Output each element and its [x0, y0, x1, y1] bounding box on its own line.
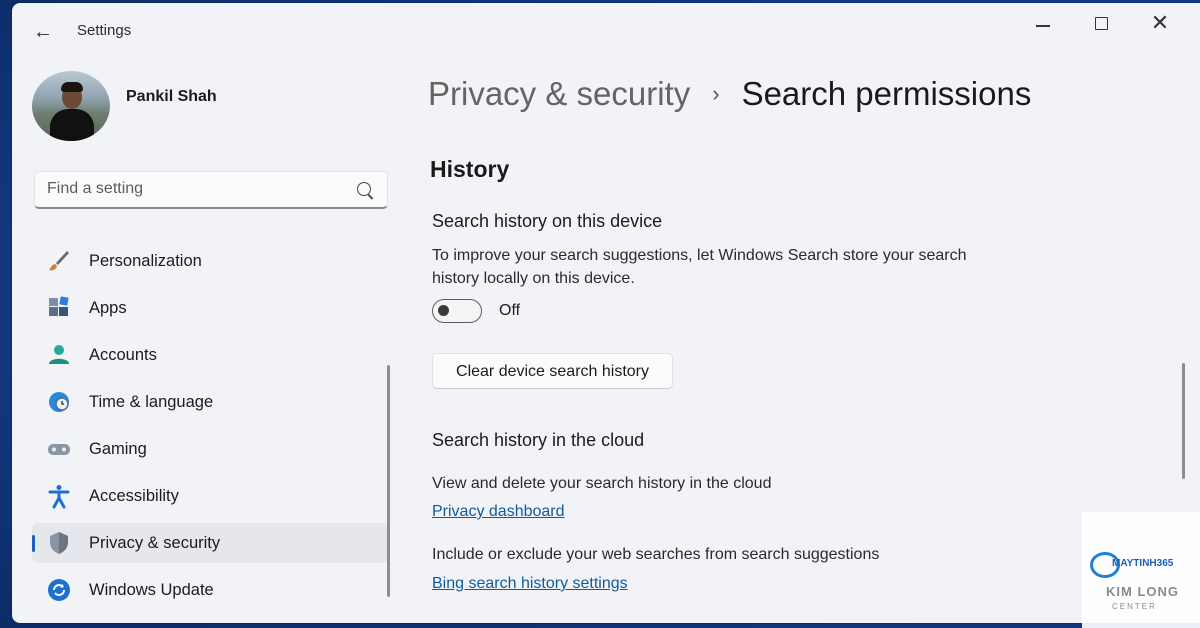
minimize-icon — [1036, 25, 1050, 27]
device-history-toggle[interactable] — [432, 299, 482, 323]
cloud-history-title: Search history in the cloud — [432, 430, 645, 450]
close-icon: ✕ — [1150, 10, 1170, 35]
section-title-history: History — [430, 156, 510, 182]
sidebar-item-apps[interactable]: Apps — [32, 288, 388, 328]
sidebar-item-accounts[interactable]: Accounts — [32, 335, 388, 375]
watermark-logo: MAYTINH365 KIM LONG CENTER — [1082, 512, 1200, 628]
maximize-button[interactable] — [1082, 11, 1122, 37]
sidebar-item-accessibility[interactable]: Accessibility — [32, 476, 388, 516]
settings-window: ← Settings ✕ Pankil Shah Personalization — [12, 3, 1200, 623]
sidebar-nav: Personalization Apps Accounts Time & lan… — [32, 241, 388, 617]
sidebar-scrollbar[interactable] — [387, 365, 390, 597]
search-box[interactable] — [34, 171, 388, 209]
close-button[interactable]: ✕ — [1140, 11, 1180, 37]
sidebar-item-privacy-security[interactable]: Privacy & security — [32, 523, 388, 563]
sidebar-item-time-language[interactable]: Time & language — [32, 382, 388, 422]
accessibility-icon — [46, 483, 72, 509]
title-bar: ← Settings ✕ — [12, 3, 1200, 61]
breadcrumb: Privacy & security › Search permissions — [428, 75, 1031, 113]
clear-device-history-button[interactable]: Clear device search history — [432, 353, 673, 389]
chevron-right-icon: › — [712, 81, 720, 106]
toggle-knob — [438, 305, 449, 316]
sidebar-item-personalization[interactable]: Personalization — [32, 241, 388, 281]
gamepad-icon — [46, 436, 72, 462]
search-input[interactable] — [35, 172, 357, 206]
update-icon — [46, 577, 72, 603]
search-icon[interactable] — [357, 182, 371, 196]
cloud-history-description: View and delete your search history in t… — [432, 475, 772, 492]
apps-icon — [46, 295, 72, 321]
avatar[interactable] — [32, 71, 110, 141]
globe-clock-icon — [46, 389, 72, 415]
sidebar-item-windows-update[interactable]: Windows Update — [32, 570, 388, 610]
toggle-state-label: Off — [499, 302, 521, 319]
maximize-icon — [1095, 17, 1108, 30]
person-icon — [46, 342, 72, 368]
device-history-description: To improve your search suggestions, let … — [432, 247, 967, 287]
user-name: Pankil Shah — [126, 88, 217, 105]
app-title: Settings — [77, 22, 132, 39]
sidebar-item-gaming[interactable]: Gaming — [32, 429, 388, 469]
shield-icon — [46, 530, 72, 556]
back-button[interactable]: ← — [32, 21, 54, 43]
web-search-description: Include or exclude your web searches fro… — [432, 546, 880, 563]
privacy-dashboard-link[interactable]: Privacy dashboard — [432, 503, 565, 521]
main-scrollbar[interactable] — [1182, 363, 1185, 479]
arrow-left-icon: ← — [33, 21, 53, 43]
breadcrumb-parent[interactable]: Privacy & security — [428, 75, 690, 112]
paintbrush-icon — [46, 248, 72, 274]
minimize-button[interactable] — [1024, 11, 1064, 37]
bing-history-settings-link[interactable]: Bing search history settings — [432, 575, 628, 593]
active-indicator — [32, 535, 35, 552]
device-history-title: Search history on this device — [432, 211, 663, 231]
page-title: Search permissions — [741, 75, 1032, 112]
